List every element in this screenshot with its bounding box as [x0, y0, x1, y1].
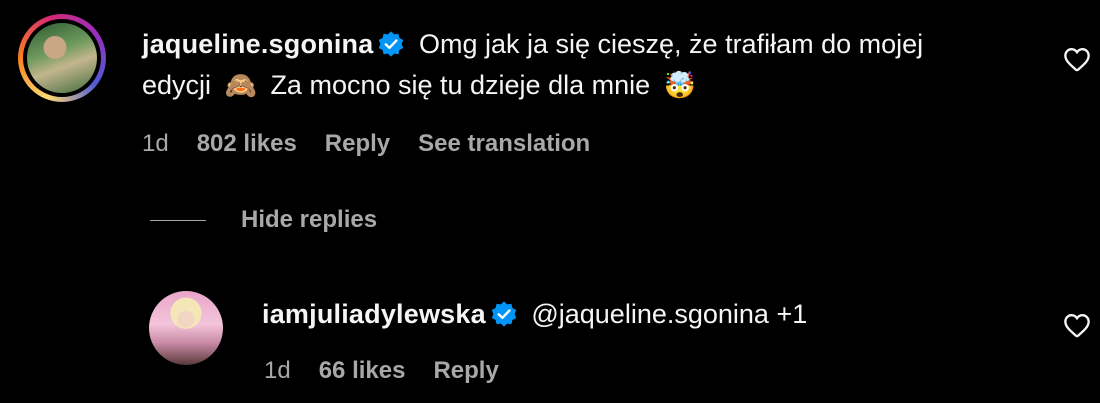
verified-badge-icon: [379, 31, 404, 57]
comment-reply-button[interactable]: Reply: [325, 130, 390, 158]
avatar-image: [27, 23, 97, 93]
reply-likes[interactable]: 66 likes: [319, 357, 406, 385]
reply-comment: iamjuliadylewska @jaqueline.sgonina +1 1…: [0, 280, 1100, 403]
comment-likes[interactable]: 802 likes: [197, 130, 297, 158]
see-no-evil-monkey-emoji: 🙈: [224, 70, 257, 100]
replies-divider: [150, 219, 206, 221]
reply-extra: +1: [776, 299, 808, 329]
exploding-head-emoji: 🤯: [663, 70, 697, 100]
comment-line-2: edycji 🙈 Za mocno się tu dzieje dla mnie…: [142, 65, 1042, 106]
heart-outline-icon: [1064, 314, 1090, 338]
reply-avatar[interactable]: [149, 291, 223, 365]
comment-text-line2b: Za mocno się tu dzieje dla mnie: [270, 70, 651, 100]
reply-body: iamjuliadylewska @jaqueline.sgonina +1: [262, 294, 807, 335]
reply-meta: 1d 66 likes Reply: [264, 357, 527, 385]
see-translation-button[interactable]: See translation: [418, 130, 590, 158]
hide-replies-label: Hide replies: [241, 206, 378, 233]
comment-username[interactable]: jaqueline.sgonina: [142, 29, 373, 59]
reply-username[interactable]: iamjuliadylewska: [262, 299, 486, 329]
comment-avatar[interactable]: [18, 14, 106, 102]
reply-reply-button[interactable]: Reply: [433, 357, 498, 385]
reply-mention-link[interactable]: @jaqueline.sgonina: [531, 299, 769, 329]
heart-outline-icon: [1064, 48, 1090, 72]
reply-like-button[interactable]: [1062, 310, 1092, 340]
avatar-story-gap: [23, 19, 101, 97]
comment-meta: 1d 802 likes Reply See translation: [142, 130, 618, 158]
comment-text-line2a: edycji: [142, 70, 212, 100]
comment-line-1: jaqueline.sgonina Omg jak ja się cieszę,…: [142, 24, 1042, 65]
comment-body: jaqueline.sgonina Omg jak ja się cieszę,…: [142, 24, 1042, 106]
comment-like-button[interactable]: [1062, 44, 1092, 74]
comment: jaqueline.sgonina Omg jak ja się cieszę,…: [0, 0, 1100, 190]
hide-replies-toggle[interactable]: Hide replies: [150, 206, 377, 234]
reply-time: 1d: [264, 357, 291, 384]
comment-text-line1: Omg jak ja się cieszę, że trafiłam do mo…: [418, 29, 924, 59]
verified-badge-icon: [491, 301, 517, 327]
comment-time: 1d: [142, 130, 169, 157]
